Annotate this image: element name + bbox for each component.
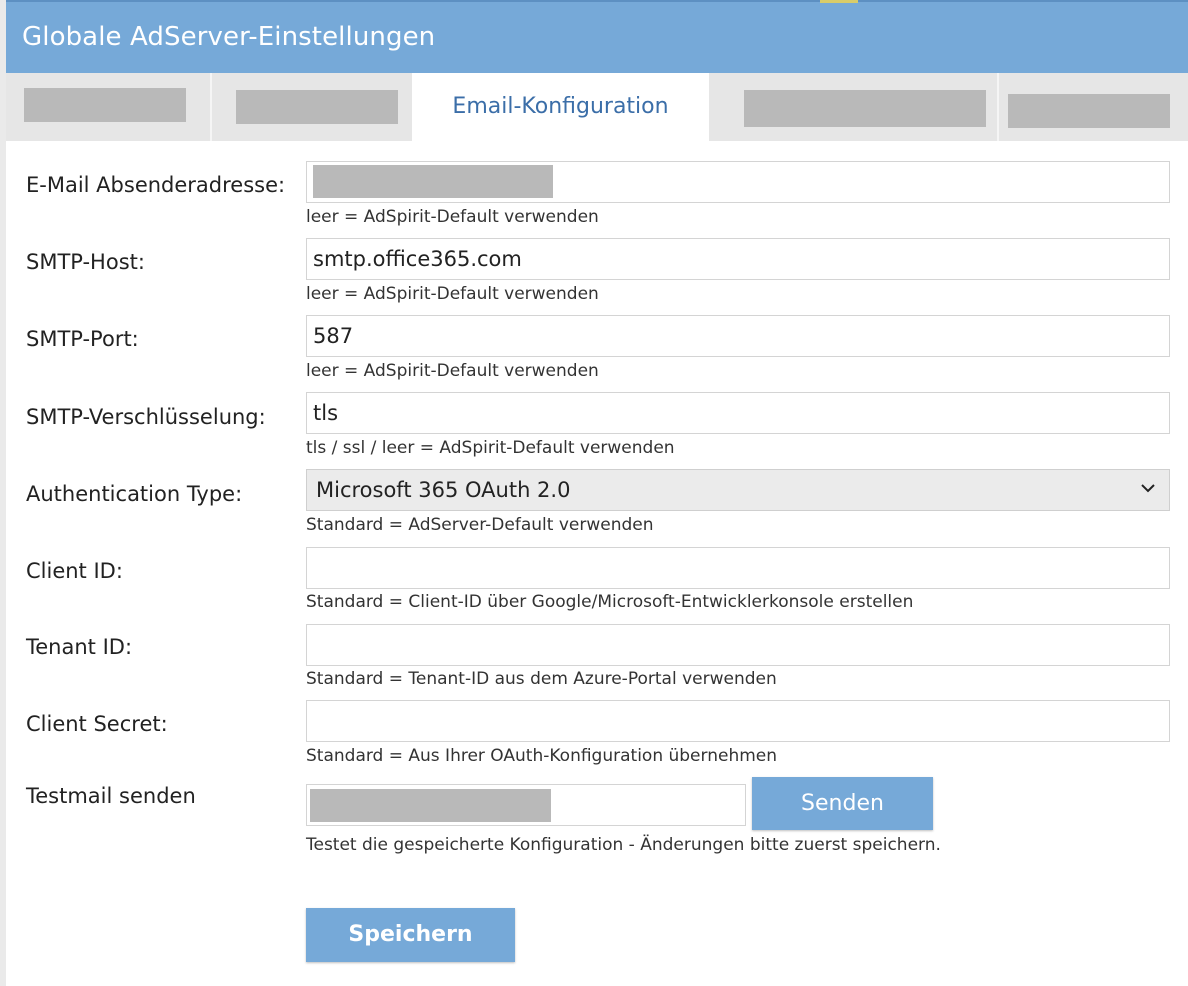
smtp-port-hint: leer = AdSpirit-Default verwenden: [306, 361, 599, 381]
sender-email-hint: leer = AdSpirit-Default verwenden: [306, 207, 599, 227]
sender-email-field[interactable]: [306, 161, 1170, 203]
tab-5[interactable]: [999, 73, 1188, 141]
tab-1[interactable]: [6, 73, 210, 141]
email-config-form: E-Mail Absenderadresse: leer = AdSpirit-…: [6, 141, 1188, 986]
tab-bar: Email-Konfiguration: [6, 73, 1188, 141]
tab-4[interactable]: [709, 73, 997, 141]
client-secret-input[interactable]: [306, 700, 1170, 742]
tenant-id-label: Tenant ID:: [26, 635, 133, 659]
testmail-recipient-field[interactable]: [306, 784, 746, 826]
tab-1-redacted-label: [24, 88, 186, 122]
client-secret-label: Client Secret:: [26, 712, 168, 736]
client-id-input[interactable]: [306, 547, 1170, 589]
chevron-down-icon: [1141, 484, 1155, 493]
client-id-hint: Standard = Client-ID über Google/Microso…: [306, 592, 914, 612]
smtp-port-input[interactable]: [306, 315, 1170, 357]
save-button[interactable]: Speichern: [306, 908, 515, 962]
sender-email-label: E-Mail Absenderadresse:: [26, 173, 286, 197]
page: Globale AdServer-Einstellungen Email-Kon…: [0, 0, 1188, 986]
auth-type-selected-value: Microsoft 365 OAuth 2.0: [316, 478, 571, 502]
tenant-id-input[interactable]: [306, 624, 1170, 666]
auth-type-select[interactable]: Microsoft 365 OAuth 2.0: [306, 469, 1170, 511]
smtp-encryption-label: SMTP-Verschlüsselung:: [26, 405, 266, 429]
top-accent-mark: [820, 0, 858, 3]
smtp-port-label: SMTP-Port:: [26, 327, 139, 351]
tab-4-redacted-label: [744, 90, 986, 127]
client-secret-hint: Standard = Aus Ihrer OAuth-Konfiguration…: [306, 746, 778, 766]
tab-email-konfiguration-label: Email-Konfiguration: [452, 94, 669, 119]
smtp-host-label: SMTP-Host:: [26, 250, 145, 274]
auth-type-hint: Standard = AdServer-Default verwenden: [306, 515, 654, 535]
tab-email-konfiguration[interactable]: Email-Konfiguration: [412, 73, 709, 141]
testmail-hint: Testet die gespeicherte Konfiguration - …: [306, 835, 941, 855]
smtp-host-hint: leer = AdSpirit-Default verwenden: [306, 284, 599, 304]
page-title: Globale AdServer-Einstellungen: [22, 22, 436, 52]
auth-type-label: Authentication Type:: [26, 482, 243, 506]
client-id-label: Client ID:: [26, 559, 123, 583]
sender-email-redacted-value: [313, 165, 553, 198]
tab-2-redacted-label: [236, 90, 398, 124]
testmail-label: Testmail senden: [26, 784, 196, 808]
header-bar: Globale AdServer-Einstellungen: [6, 0, 1188, 73]
tab-2[interactable]: [212, 73, 412, 141]
smtp-host-input[interactable]: [306, 238, 1170, 280]
tab-5-redacted-label: [1008, 94, 1170, 128]
send-testmail-button[interactable]: Senden: [752, 777, 933, 830]
smtp-encryption-hint: tls / ssl / leer = AdSpirit-Default verw…: [306, 438, 675, 458]
smtp-encryption-input[interactable]: [306, 392, 1170, 434]
tenant-id-hint: Standard = Tenant-ID aus dem Azure-Porta…: [306, 669, 777, 689]
testmail-redacted-value: [310, 789, 551, 822]
